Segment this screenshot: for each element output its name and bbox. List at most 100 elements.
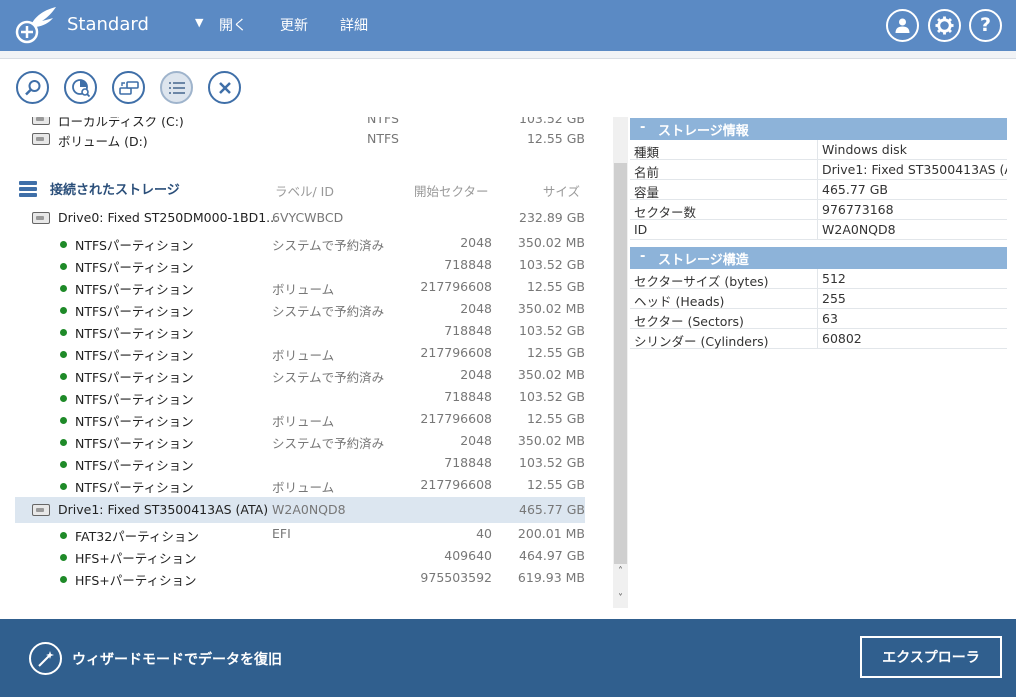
property-row[interactable]: ID W2A0NQD8 [630,220,1007,240]
tree-scrollbar[interactable]: ˄ ˅ [613,117,628,608]
list-view-button[interactable] [160,71,193,104]
scroll-down-icon[interactable]: ˅ [613,593,628,604]
create-image-button[interactable] [112,71,145,104]
row-name: HFS+パーティション [75,551,197,566]
property-row[interactable]: 名前 Drive1: Fixed ST3500413AS (ATA) [630,160,1007,180]
wizard-mode-link[interactable]: ウィザードモードでデータを復旧 [72,649,282,669]
connected-storage-header: 接続されたストレージ ラベル/ ID 開始セクター サイズ [15,177,585,201]
tree-row-partition[interactable]: NTFSパーティション ボリューム 217796608 12.55 GB [15,342,585,364]
property-row[interactable]: ヘッド (Heads) 255 [630,289,1007,309]
cell-divider [817,200,818,220]
tree-row-partition[interactable]: NTFSパーティション ボリューム 217796608 12.55 GB [15,276,585,298]
tree-row-partition[interactable]: NTFSパーティション 718848 103.52 GB [15,452,585,474]
row-size: 350.02 MB [517,433,585,448]
row-label: システムで予約済み [272,304,385,319]
row-label: EFI [272,526,291,541]
tree-row-partition[interactable]: NTFSパーティション 718848 103.52 GB [15,320,585,342]
hard-drive-icon [32,504,50,516]
property-key: セクターサイズ (bytes) [634,274,769,289]
property-key: セクター (Sectors) [634,314,744,329]
partition-status-icon [60,307,67,314]
row-name: FAT32パーティション [75,529,199,544]
tree-row-drive0[interactable]: Drive0: Fixed ST250DM000-1BD1... 6VYCWBC… [15,207,585,229]
magic-wand-icon [37,650,54,667]
row-size: 12.55 GB [526,411,585,426]
cell-divider [817,309,818,329]
tree-row-partition[interactable]: NTFSパーティション ボリューム 217796608 12.55 GB [15,408,585,430]
row-size: 103.52 GB [519,455,585,470]
partition-search-button[interactable] [64,71,97,104]
tree-row-partition[interactable]: HFS+パーティション 409640 464.97 GB [15,545,585,567]
property-value: W2A0NQD8 [822,222,896,237]
storage-stack-icon [19,181,37,197]
row-size: 103.52 GB [519,389,585,404]
menu-details[interactable]: 詳細 [340,15,368,35]
search-icon [24,79,40,95]
property-key: 種類 [634,145,660,160]
tree-row-partition[interactable]: NTFSパーティション システムで予約済み 2048 350.02 MB [15,430,585,452]
column-header-label[interactable]: ラベル/ ID [275,181,334,200]
search-button[interactable] [16,71,49,104]
tree-row-partition[interactable]: NTFSパーティション システムで予約済み 2048 350.02 MB [15,232,585,254]
partition-status-icon [60,483,67,490]
row-name: NTFSパーティション [75,436,194,451]
explorer-button[interactable]: エクスプローラ [860,636,1002,678]
app-logo-icon [14,5,58,45]
menu-open[interactable]: 開く [219,15,247,35]
partition-status-icon [60,329,67,336]
property-row[interactable]: セクター (Sectors) 63 [630,309,1007,329]
row-size: 12.55 GB [526,279,585,294]
column-header-start-sector[interactable]: 開始セクター [414,181,489,200]
property-row[interactable]: セクターサイズ (bytes) 512 [630,269,1007,289]
property-row[interactable]: 種類 Windows disk [630,140,1007,160]
property-key: 容量 [634,185,660,200]
disk-image-icon [118,80,139,95]
row-start-sector: 975503592 [420,570,492,585]
tree-row-partition[interactable]: NTFSパーティション ボリューム 217796608 12.55 GB [15,474,585,496]
property-row[interactable]: セクター数 976773168 [630,200,1007,220]
row-name: NTFSパーティション [75,282,194,297]
scrollbar-thumb[interactable] [614,163,627,564]
row-start-sector: 718848 [444,323,492,338]
tree-row-partition[interactable]: NTFSパーティション システムで予約済み 2048 350.02 MB [15,364,585,386]
collapse-icon[interactable]: - [640,249,645,264]
top-bar: Standard ▼ 開く 更新 詳細 ? [0,0,1016,51]
row-size: 12.55 GB [526,345,585,360]
row-name: ボリューム (D:) [58,134,148,149]
user-icon [895,18,910,33]
tree-row-volume-d[interactable]: ボリューム (D:) NTFS 12.55 GB [15,128,585,150]
property-key: シリンダー (Cylinders) [634,334,769,349]
tree-row-drive1[interactable]: Drive1: Fixed ST3500413AS (ATA) W2A0NQD8… [15,497,585,523]
help-button[interactable]: ? [969,9,1002,42]
tree-row-partition[interactable]: NTFSパーティション 718848 103.52 GB [15,386,585,408]
row-start-sector: 718848 [444,257,492,272]
tree-row-partition[interactable]: FAT32パーティション EFI 40 200.01 MB [15,523,585,545]
row-label: ボリューム [272,480,335,495]
row-start-sector: 217796608 [420,477,492,492]
row-label: システムで予約済み [272,370,385,385]
settings-button[interactable] [928,9,961,42]
menu-refresh[interactable]: 更新 [280,15,308,35]
tree-row-partition[interactable]: NTFSパーティション システムで予約済み 2048 350.02 MB [15,298,585,320]
row-label: 6VYCWBCD [272,210,344,225]
row-fs: NTFS [367,117,399,126]
property-row[interactable]: シリンダー (Cylinders) 60802 [630,329,1007,349]
account-button[interactable] [886,9,919,42]
partition-status-icon [60,241,67,248]
close-button[interactable] [208,71,241,104]
scroll-up-icon[interactable]: ˄ [613,566,628,577]
row-label: ボリューム [272,282,335,297]
tree-row-partition[interactable]: HFS+パーティション 975503592 619.93 MB [15,567,585,589]
partition-status-icon [60,417,67,424]
row-name: NTFSパーティション [75,304,194,319]
wizard-button[interactable] [29,642,62,675]
mode-dropdown-icon[interactable]: ▼ [195,16,203,29]
column-header-size[interactable]: サイズ [543,181,580,200]
property-value: Windows disk [822,142,907,157]
storage-info-header[interactable]: - ストレージ情報 [630,118,1007,140]
property-row[interactable]: 容量 465.77 GB [630,180,1007,200]
tree-row-partition[interactable]: NTFSパーティション 718848 103.52 GB [15,254,585,276]
storage-structure-header[interactable]: - ストレージ構造 [630,247,1007,269]
row-name: NTFSパーティション [75,260,194,275]
collapse-icon[interactable]: - [640,120,645,135]
